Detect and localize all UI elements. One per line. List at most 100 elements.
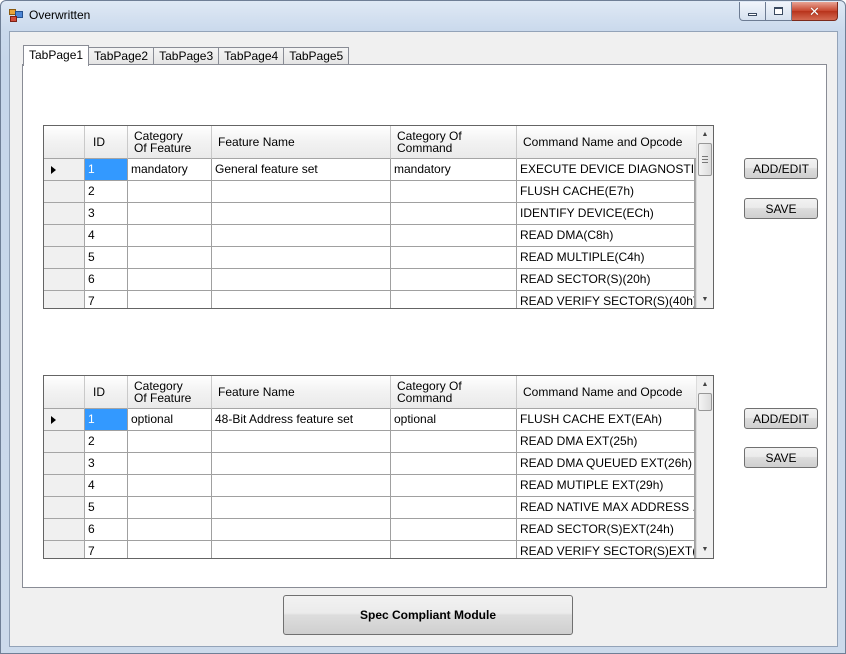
cell-category[interactable] bbox=[128, 541, 212, 558]
add-edit-button[interactable]: ADD/EDIT bbox=[744, 158, 818, 179]
table-row[interactable]: 2 FLUSH CACHE(E7h) bbox=[44, 181, 696, 203]
row-selector[interactable] bbox=[44, 497, 85, 519]
cell-category[interactable] bbox=[128, 453, 212, 475]
tab-page-5[interactable]: TabPage5 bbox=[283, 47, 350, 65]
cell-category[interactable] bbox=[128, 181, 212, 203]
tab-page-2[interactable]: TabPage2 bbox=[88, 47, 155, 65]
cell-command-category[interactable] bbox=[391, 475, 517, 497]
cell-category[interactable] bbox=[128, 475, 212, 497]
table-row[interactable]: 1 mandatory General feature set mandator… bbox=[44, 159, 696, 181]
cell-feature[interactable] bbox=[212, 475, 391, 497]
vertical-scrollbar[interactable]: ▲ ▼ bbox=[696, 376, 713, 558]
cell-feature[interactable] bbox=[212, 269, 391, 291]
row-selector[interactable] bbox=[44, 431, 85, 453]
table-row[interactable]: 6 READ SECTOR(S)EXT(24h) bbox=[44, 519, 696, 541]
maximize-button[interactable] bbox=[766, 2, 792, 21]
table-row[interactable]: 4 READ MUTIPLE EXT(29h) bbox=[44, 475, 696, 497]
table-row[interactable]: 3 READ DMA QUEUED EXT(26h) bbox=[44, 453, 696, 475]
row-selector[interactable] bbox=[44, 453, 85, 475]
cell-command-category[interactable] bbox=[391, 225, 517, 247]
cell-feature[interactable] bbox=[212, 453, 391, 475]
cell-category[interactable] bbox=[128, 497, 212, 519]
column-header-command-opcode[interactable]: Command Name and Opcode bbox=[517, 126, 699, 159]
tab-page-1[interactable]: TabPage1 bbox=[23, 45, 90, 66]
table-row[interactable]: 7 READ VERIFY SECTOR(S)(40h) bbox=[44, 291, 696, 308]
row-selector[interactable] bbox=[44, 181, 85, 203]
spec-compliant-module-button[interactable]: Spec Compliant Module bbox=[283, 595, 573, 635]
cell-category[interactable] bbox=[128, 291, 212, 308]
row-selector[interactable] bbox=[44, 247, 85, 269]
cell-command[interactable]: READ VERIFY SECTOR(S)(40h) bbox=[517, 291, 695, 308]
table-row[interactable]: 5 READ MULTIPLE(C4h) bbox=[44, 247, 696, 269]
cell-command-category[interactable]: mandatory bbox=[391, 159, 517, 181]
row-selector[interactable] bbox=[44, 159, 85, 181]
cell-feature[interactable] bbox=[212, 225, 391, 247]
cell-command-category[interactable] bbox=[391, 541, 517, 558]
column-header-feature-name[interactable]: Feature Name bbox=[212, 376, 391, 409]
cell-command[interactable]: READ SECTOR(S)(20h) bbox=[517, 269, 695, 291]
cell-feature[interactable] bbox=[212, 291, 391, 308]
row-selector-header[interactable] bbox=[44, 376, 85, 409]
cell-id[interactable]: 3 bbox=[85, 203, 128, 225]
cell-id[interactable]: 1 bbox=[85, 409, 128, 431]
cell-feature[interactable] bbox=[212, 181, 391, 203]
table-row[interactable]: 3 IDENTIFY DEVICE(ECh) bbox=[44, 203, 696, 225]
tab-page-4[interactable]: TabPage4 bbox=[218, 47, 285, 65]
cell-feature[interactable] bbox=[212, 497, 391, 519]
row-selector[interactable] bbox=[44, 291, 85, 308]
close-button[interactable]: ✕ bbox=[792, 2, 838, 21]
table-row[interactable]: 4 READ DMA(C8h) bbox=[44, 225, 696, 247]
cell-category[interactable]: optional bbox=[128, 409, 212, 431]
cell-id[interactable]: 5 bbox=[85, 247, 128, 269]
cell-feature[interactable]: 48-Bit Address feature set bbox=[212, 409, 391, 431]
cell-command[interactable]: READ VERIFY SECTOR(S)EXT(4... bbox=[517, 541, 695, 558]
cell-category[interactable] bbox=[128, 269, 212, 291]
table-row[interactable]: 2 READ DMA EXT(25h) bbox=[44, 431, 696, 453]
cell-feature[interactable]: General feature set bbox=[212, 159, 391, 181]
cell-id[interactable]: 1 bbox=[85, 159, 128, 181]
cell-command[interactable]: EXECUTE DEVICE DIAGNOSTIC... bbox=[517, 159, 695, 181]
tab-page-3[interactable]: TabPage3 bbox=[153, 47, 220, 65]
cell-command-category[interactable] bbox=[391, 203, 517, 225]
column-header-id[interactable]: ID bbox=[85, 126, 128, 159]
cell-feature[interactable] bbox=[212, 541, 391, 558]
table-row[interactable]: 6 READ SECTOR(S)(20h) bbox=[44, 269, 696, 291]
cell-command[interactable]: FLUSH CACHE(E7h) bbox=[517, 181, 695, 203]
row-selector[interactable] bbox=[44, 225, 85, 247]
scroll-down-icon[interactable]: ▼ bbox=[697, 541, 713, 558]
row-selector[interactable] bbox=[44, 203, 85, 225]
column-header-feature-name[interactable]: Feature Name bbox=[212, 126, 391, 159]
row-selector[interactable] bbox=[44, 519, 85, 541]
cell-command[interactable]: READ NATIVE MAX ADDRESS ... bbox=[517, 497, 695, 519]
cell-feature[interactable] bbox=[212, 247, 391, 269]
row-selector[interactable] bbox=[44, 541, 85, 558]
cell-id[interactable]: 7 bbox=[85, 541, 128, 558]
cell-id[interactable]: 6 bbox=[85, 269, 128, 291]
column-header-category-command[interactable]: Category Of Command bbox=[391, 376, 517, 409]
minimize-button[interactable] bbox=[739, 2, 766, 21]
table-row[interactable]: 7 READ VERIFY SECTOR(S)EXT(4... bbox=[44, 541, 696, 558]
column-header-category-command[interactable]: Category Of Command bbox=[391, 126, 517, 159]
cell-id[interactable]: 3 bbox=[85, 453, 128, 475]
scroll-up-icon[interactable]: ▲ bbox=[697, 126, 713, 143]
cell-category[interactable] bbox=[128, 225, 212, 247]
cell-feature[interactable] bbox=[212, 431, 391, 453]
cell-command[interactable]: READ DMA QUEUED EXT(26h) bbox=[517, 453, 695, 475]
cell-command-category[interactable] bbox=[391, 431, 517, 453]
cell-category[interactable] bbox=[128, 431, 212, 453]
cell-command-category[interactable] bbox=[391, 269, 517, 291]
column-header-category-feature[interactable]: Category Of Feature bbox=[128, 376, 212, 409]
cell-id[interactable]: 2 bbox=[85, 431, 128, 453]
cell-id[interactable]: 7 bbox=[85, 291, 128, 308]
cell-command-category[interactable] bbox=[391, 247, 517, 269]
add-edit-button[interactable]: ADD/EDIT bbox=[744, 408, 818, 429]
cell-command[interactable]: READ SECTOR(S)EXT(24h) bbox=[517, 519, 695, 541]
scroll-up-icon[interactable]: ▲ bbox=[697, 376, 713, 393]
row-selector[interactable] bbox=[44, 409, 85, 431]
cell-command-category[interactable] bbox=[391, 181, 517, 203]
cell-category[interactable]: mandatory bbox=[128, 159, 212, 181]
cell-command[interactable]: READ DMA EXT(25h) bbox=[517, 431, 695, 453]
cell-feature[interactable] bbox=[212, 519, 391, 541]
cell-command-category[interactable] bbox=[391, 519, 517, 541]
title-bar[interactable]: Overwritten ✕ bbox=[1, 1, 845, 31]
